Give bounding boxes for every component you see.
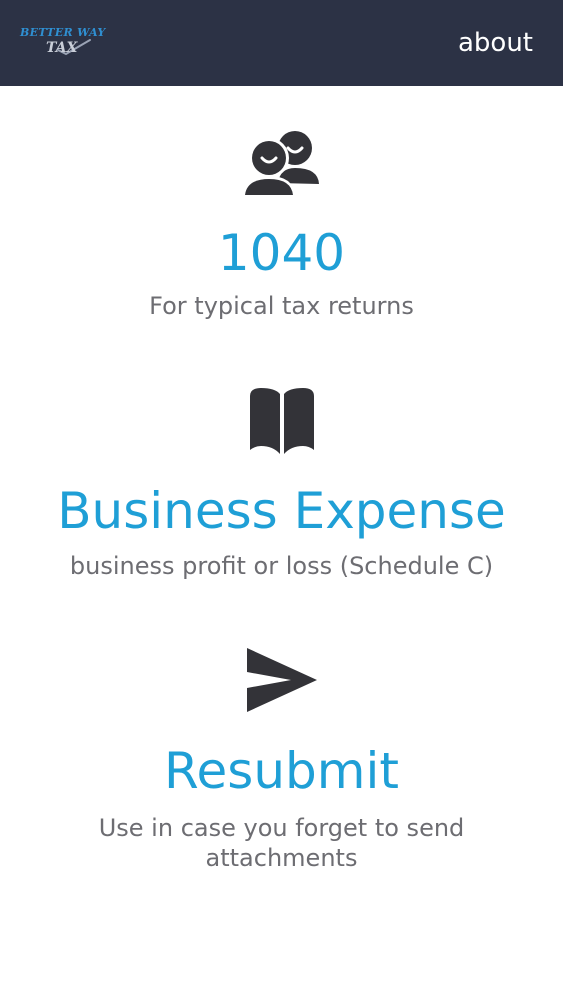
top-bar: BETTER WAY TAX about <box>0 0 563 86</box>
send-icon <box>246 648 317 712</box>
logo: BETTER WAY TAX <box>20 26 105 62</box>
users-icon <box>242 131 319 195</box>
option-title: Business Expense <box>57 482 506 540</box>
option-description: business profit or loss (Schedule C) <box>69 552 494 580</box>
logo-text-line2: TAX <box>46 40 78 56</box>
about-link[interactable]: about <box>458 27 533 59</box>
option-title: Resubmit <box>164 742 399 800</box>
option-1040[interactable]: 1040 For typical tax returns <box>0 126 563 336</box>
option-resubmit[interactable]: Resubmit Use in case you forget to send … <box>0 646 563 896</box>
option-title: 1040 <box>217 224 346 282</box>
option-description: Use in case you forget to send attachmen… <box>98 814 465 872</box>
option-business-expense[interactable]: Business Expense business profit or loss… <box>0 386 563 596</box>
option-description: For typical tax returns <box>149 292 414 320</box>
book-icon <box>249 388 314 454</box>
